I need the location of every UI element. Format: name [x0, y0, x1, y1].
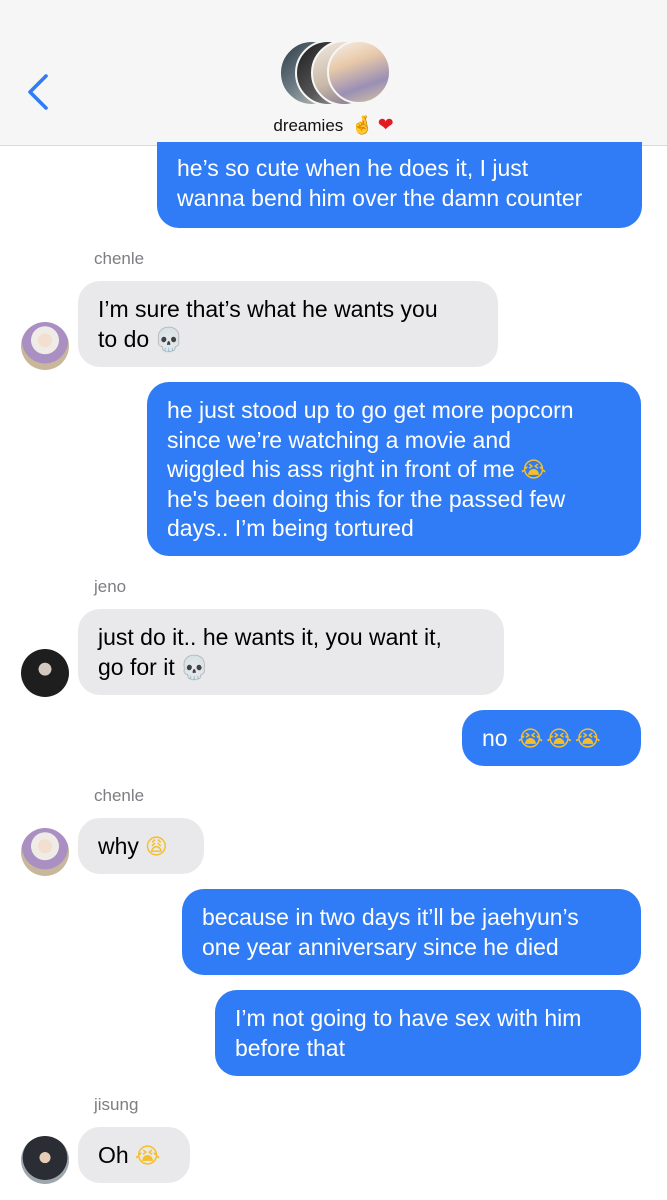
sender-avatar[interactable]: [21, 322, 69, 370]
group-member-avatar: [327, 40, 391, 104]
loudly-crying-emoji-icon: 😭: [520, 457, 547, 482]
message-line: since we’re watching a movie and: [167, 426, 511, 453]
group-avatar-stack[interactable]: [279, 40, 391, 106]
message-line: I’m not going to have sex with him: [235, 1005, 582, 1031]
message-line: because in two days it’ll be jaehyun’s: [202, 904, 579, 930]
received-message-bubble[interactable]: just do it.. he wants it, you want it, g…: [78, 609, 504, 695]
message-line: he just stood up to go get more popcorn: [167, 397, 574, 423]
group-title[interactable]: dreamies 🤞 ❤: [0, 114, 667, 137]
message-line: days.. I’m being tortured: [167, 515, 414, 541]
message-line: no: [482, 725, 508, 751]
message-line: wiggled his ass right in front of me: [167, 456, 515, 482]
sender-avatar[interactable]: [21, 1136, 69, 1184]
message-line: to do: [98, 325, 150, 352]
sender-name: chenle: [94, 786, 145, 805]
message-line: just do it.. he wants it, you want it,: [98, 624, 442, 650]
sent-message-bubble[interactable]: no 😭😭😭: [462, 710, 641, 766]
sender-avatar[interactable]: [21, 828, 69, 876]
skull-emoji-icon: 💀: [155, 326, 183, 352]
received-message-bubble[interactable]: I’m sure that’s what he wants you to do 💀: [78, 281, 498, 367]
skull-emoji-icon: 💀: [180, 654, 209, 680]
message-line: why: [98, 833, 139, 859]
loudly-crying-emoji-icon: 😭: [134, 1143, 161, 1168]
loudly-crying-emoji-icon: 😭😭😭: [517, 726, 604, 751]
sender-name: jeno: [94, 577, 127, 596]
sender-avatar[interactable]: [21, 649, 69, 697]
message-line: wanna bend him over the damn counter: [177, 184, 583, 211]
sent-message-bubble[interactable]: I’m not going to have sex with him befor…: [215, 990, 641, 1076]
crossed-fingers-emoji-icon: 🤞: [351, 115, 374, 135]
red-heart-emoji-icon: ❤: [377, 115, 394, 136]
message-line: one year anniversary since he died: [202, 933, 559, 960]
sent-message-bubble[interactable]: he just stood up to go get more popcorn …: [147, 382, 641, 556]
message-line: go for it: [98, 653, 175, 680]
message-line: before that: [235, 1034, 345, 1061]
message-line: I’m sure that’s what he wants you: [98, 296, 438, 322]
weary-face-emoji-icon: 😩: [144, 834, 168, 859]
back-chevron-icon[interactable]: [22, 72, 56, 112]
message-line: Oh: [98, 1142, 129, 1168]
message-line: he's been doing this for the passed few: [167, 485, 566, 512]
conversation-header: dreamies 🤞 ❤: [0, 0, 667, 146]
sender-name: jisung: [94, 1095, 139, 1114]
group-name: dreamies: [273, 116, 344, 135]
sender-name: chenle: [94, 249, 145, 268]
message-line: he’s so cute when he does it, I just: [177, 155, 529, 181]
received-message-bubble[interactable]: Oh 😭: [78, 1127, 190, 1183]
sent-message-bubble[interactable]: he’s so cute when he does it, I just wan…: [157, 142, 642, 228]
sent-message-bubble[interactable]: because in two days it’ll be jaehyun’s o…: [182, 889, 641, 975]
received-message-bubble[interactable]: why 😩: [78, 818, 204, 874]
